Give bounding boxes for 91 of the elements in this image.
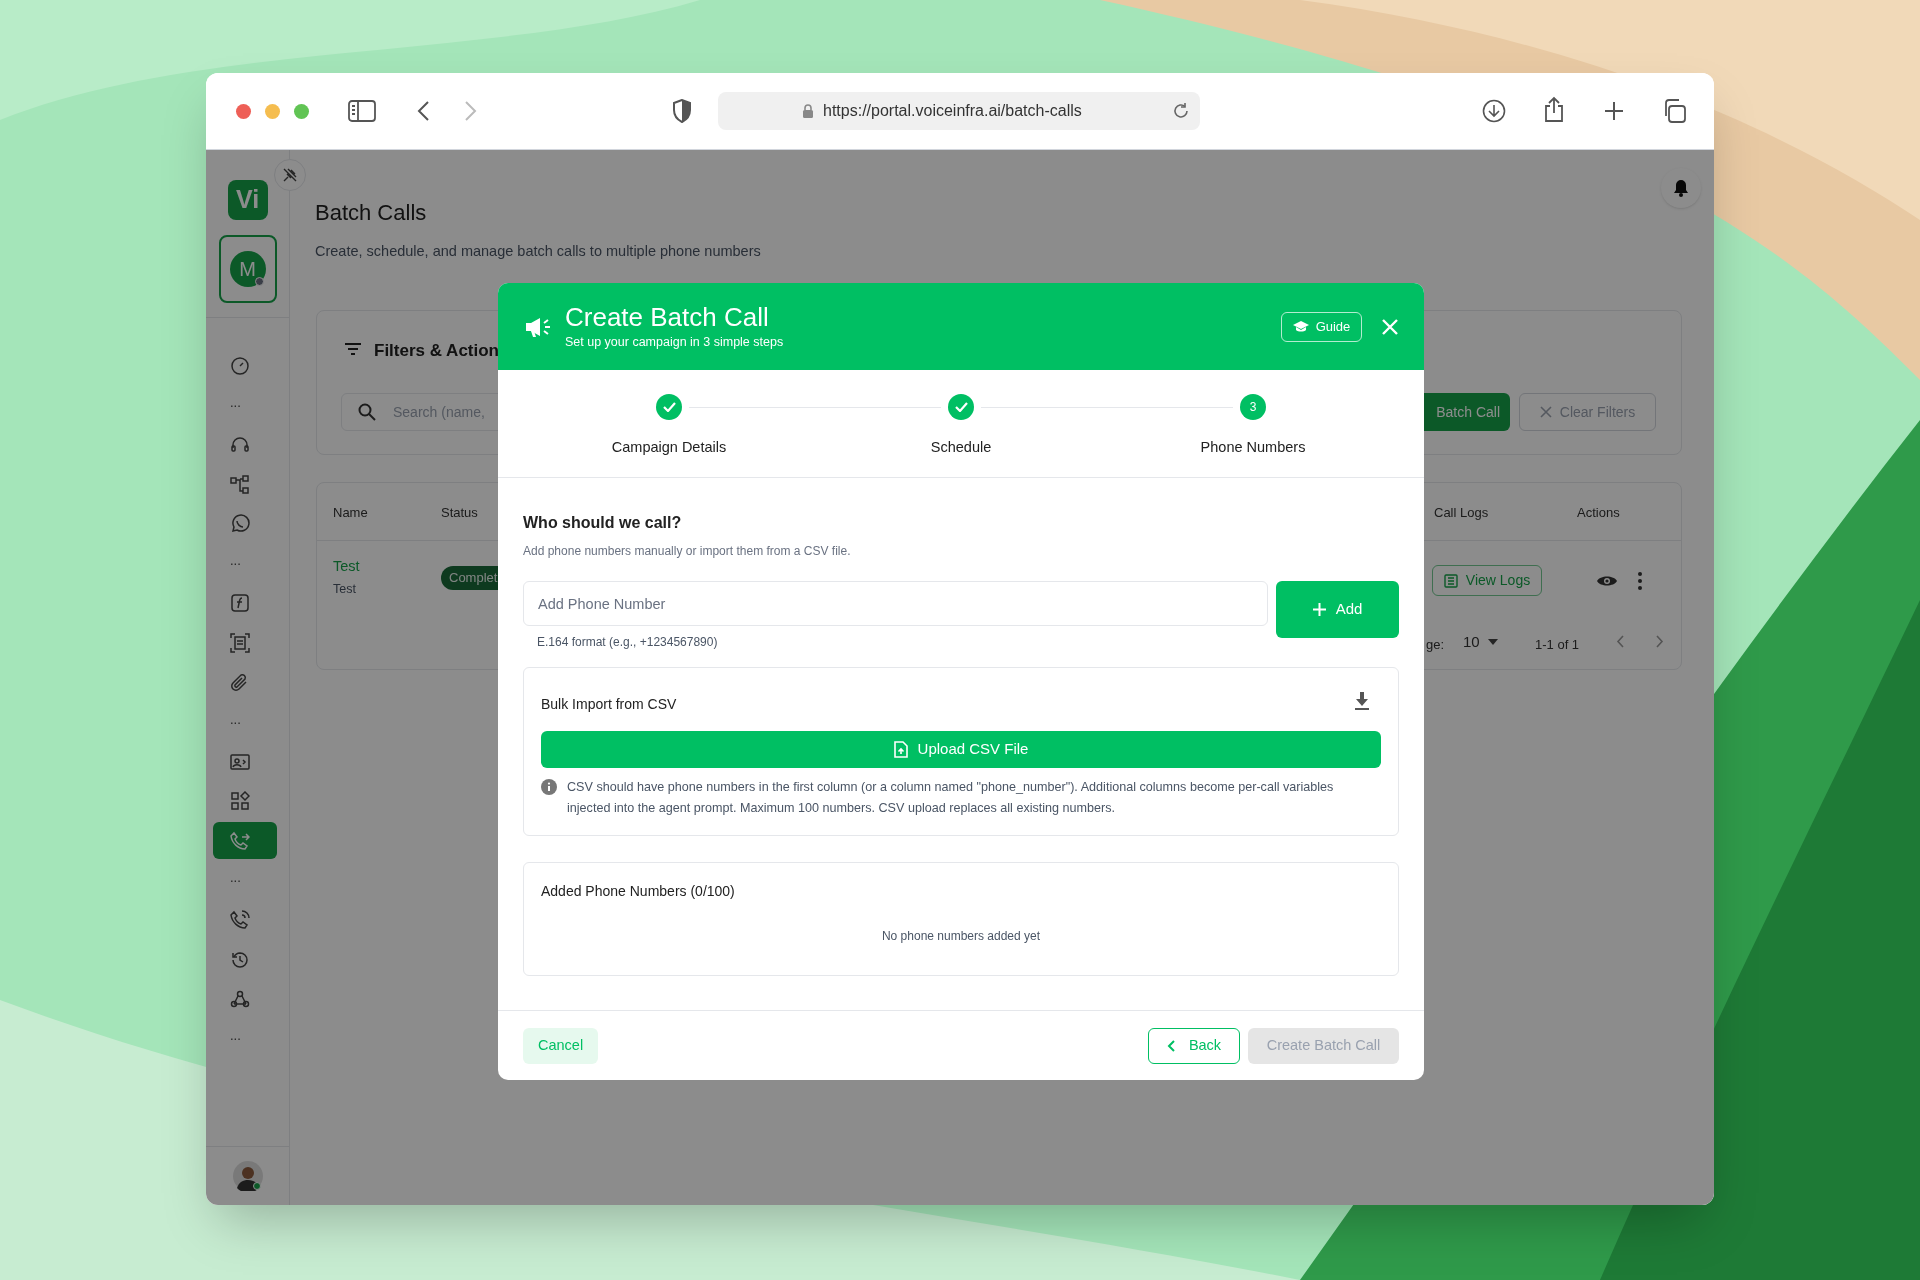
reload-icon[interactable] [1172, 102, 1190, 120]
info-icon [541, 779, 557, 795]
list-icon [1443, 573, 1458, 588]
phone-number-field[interactable]: Add Phone Number [523, 581, 1268, 626]
column-header: Call Logs [1434, 504, 1489, 522]
filter-icon [344, 342, 362, 356]
sidebar-toggle-icon[interactable] [348, 100, 376, 122]
sidebar-item[interactable] [213, 822, 277, 860]
dialog-title: Create Batch Call [565, 301, 770, 332]
account-avatar: M [229, 251, 266, 287]
graduation-cap-icon [1292, 320, 1309, 333]
status-badge: Complet [441, 566, 498, 590]
section-separator: ... [230, 1029, 241, 1046]
search-icon [358, 403, 376, 421]
shield-icon[interactable] [672, 99, 692, 123]
empty-state-text: No phone numbers added yet [880, 928, 1042, 945]
clear-filters-button[interactable]: Clear Filters [1519, 393, 1656, 431]
rows-per-page-select[interactable]: 10 [1463, 631, 1498, 654]
download-icon[interactable] [1354, 692, 1370, 710]
plus-icon [1312, 603, 1326, 616]
step-number: 3 [1240, 394, 1266, 420]
dialog-subtitle: Set up your campaign in 3 simple steps [565, 333, 784, 351]
tabs-overview-icon[interactable] [1662, 99, 1686, 123]
guide-button[interactable]: Guide [1281, 311, 1362, 342]
headset-icon [230, 435, 250, 455]
section-subtitle: Add phone numbers manually or import them from a CSV file. [523, 543, 852, 560]
logo[interactable]: Vi [227, 180, 268, 220]
download-icon[interactable] [1482, 99, 1506, 123]
webhook-icon [230, 989, 250, 1010]
next-page-icon[interactable] [1656, 635, 1664, 648]
column-header: Name [333, 504, 368, 522]
page-range: 1-1 of 1 [1535, 636, 1580, 654]
eye-icon[interactable] [1597, 574, 1617, 588]
contact-card-icon [230, 751, 250, 772]
batch-name-link[interactable]: Test [333, 556, 360, 578]
column-header: Status [441, 504, 478, 522]
close-icon[interactable] [1382, 318, 1398, 335]
added-numbers-title: Added Phone Numbers (0/100) [541, 882, 736, 901]
step-label: Schedule [930, 438, 992, 457]
section-title: Who should we call? [523, 513, 683, 533]
csv-info-text: CSV should have phone numbers in the first column (or a column named "phone_number"). Additional columns become per-call variables injected into the agent prompt. Maximum 100 numbers. CSV upload replaces all existing numbers. [567, 779, 1335, 817]
cancel-button[interactable]: Cancel [523, 1027, 599, 1064]
maximize-window-button[interactable] [294, 104, 309, 119]
section-separator: ... [230, 712, 241, 729]
section-separator: ... [230, 554, 241, 571]
rows-per-page-label: ge: [1426, 636, 1445, 654]
share-icon[interactable] [1544, 96, 1564, 123]
back-icon[interactable] [416, 100, 430, 122]
close-icon [1539, 406, 1552, 418]
step-label: Phone Numbers [1200, 438, 1306, 457]
upload-csv-button[interactable]: Upload CSV File [541, 731, 1381, 768]
batch-description: Test [333, 581, 356, 598]
page-title: Batch Calls [315, 199, 427, 227]
back-button[interactable]: Back [1148, 1027, 1240, 1064]
close-window-button[interactable] [236, 104, 251, 119]
caret-icon [1487, 639, 1498, 646]
new-tab-icon[interactable] [1604, 101, 1624, 121]
phone-call-icon [230, 910, 250, 931]
step-label: Campaign Details [611, 438, 727, 457]
bulk-import-title: Bulk Import from CSV [541, 695, 677, 714]
chevron-left-icon [1166, 1039, 1175, 1052]
function-icon [230, 593, 250, 614]
view-logs-button[interactable]: View Logs [1432, 565, 1542, 596]
flowchart-icon [230, 474, 250, 495]
gauge-icon [230, 355, 250, 376]
phone-format-hint: E.164 format (e.g., +1234567890) [536, 634, 719, 651]
filters-title: Filters & Action [374, 340, 499, 362]
document-scan-icon [230, 632, 250, 653]
pin-button[interactable] [274, 159, 306, 191]
section-separator: ... [230, 871, 241, 887]
file-upload-icon [893, 741, 908, 758]
search-placeholder: Search (name, [393, 402, 485, 422]
section-separator: ... [230, 395, 241, 412]
chat-phone-icon [230, 514, 250, 535]
phone-forward-icon [230, 830, 250, 851]
paperclip-icon [230, 672, 250, 693]
column-header: Actions [1577, 504, 1620, 522]
widgets-icon [230, 791, 250, 812]
add-button[interactable]: Add [1276, 581, 1399, 638]
previous-page-icon[interactable] [1616, 635, 1624, 648]
user-avatar-icon[interactable] [232, 1161, 263, 1191]
create-batch-call-button[interactable]: Batch Call [1424, 393, 1510, 431]
address-bar[interactable]: https://portal.voiceinfra.ai/batch-calls [718, 92, 1200, 130]
more-options-icon[interactable] [1638, 572, 1642, 590]
bell-icon [1673, 179, 1689, 197]
lock-icon [802, 103, 814, 119]
page-subtitle: Create, schedule, and manage batch calls to multiple phone numbers [315, 242, 762, 261]
url-text: https://portal.voiceinfra.ai/batch-calls [823, 101, 1082, 121]
account-card[interactable]: M [218, 235, 277, 303]
pin-off-icon [282, 167, 298, 183]
history-icon [230, 949, 250, 970]
